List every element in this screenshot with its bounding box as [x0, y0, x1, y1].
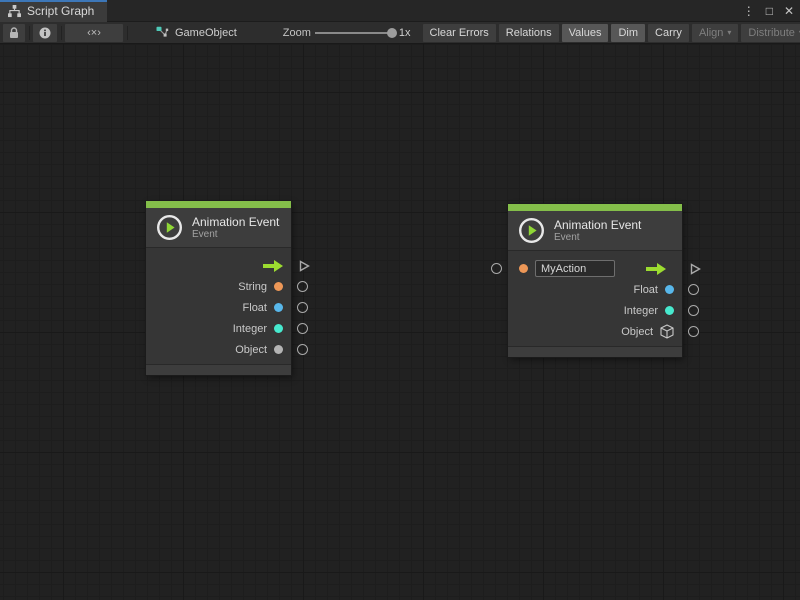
output-row-float: Float: [146, 297, 291, 318]
port-label: Object: [621, 326, 653, 338]
string-output-port[interactable]: [297, 281, 308, 292]
flow-arrow-icon: [263, 260, 283, 272]
event-name-row: [508, 258, 682, 279]
node-header[interactable]: Animation Event Event: [508, 211, 682, 251]
tab-script-graph[interactable]: Script Graph: [0, 0, 107, 22]
object-output-port[interactable]: [297, 344, 308, 355]
dim-button[interactable]: Dim: [611, 24, 645, 42]
port-label: Integer: [624, 305, 658, 317]
lock-button[interactable]: [3, 24, 25, 42]
port-label: Object: [235, 344, 267, 356]
window-menu-icon[interactable]: ⋮: [743, 5, 755, 17]
integer-output-port[interactable]: [297, 323, 308, 334]
node-title: Animation Event: [192, 215, 279, 229]
node-subtitle: Event: [192, 229, 279, 241]
info-button[interactable]: [33, 24, 57, 42]
integer-output-port[interactable]: [688, 305, 699, 316]
float-output-port[interactable]: [297, 302, 308, 313]
zoom-label: Zoom: [283, 27, 311, 39]
output-row-integer: Integer: [146, 318, 291, 339]
node-footer: [508, 346, 682, 357]
gameobject-icon: [155, 26, 169, 40]
animation-event-node-1[interactable]: Animation Event Event: [146, 201, 291, 375]
node-accent-bar: [146, 201, 291, 208]
info-icon: [39, 27, 51, 39]
node-footer: [146, 364, 291, 375]
object-type-dot: [274, 345, 283, 354]
integer-type-dot: [665, 306, 674, 315]
graph-tab-icon: [8, 5, 21, 18]
titlebar: Script Graph ⋮ □ ✕: [0, 0, 800, 22]
integer-type-dot: [274, 324, 283, 333]
distribute-dropdown[interactable]: Distribute ▾: [741, 24, 800, 42]
node-body: String Float Integer Object: [146, 248, 291, 364]
port-label: Integer: [233, 323, 267, 335]
node-body: Float Integer Object: [508, 251, 682, 346]
trigger-port[interactable]: [690, 263, 701, 275]
float-type-dot: [274, 303, 283, 312]
clear-errors-button[interactable]: Clear Errors: [423, 24, 496, 42]
node-header[interactable]: Animation Event Event: [146, 208, 291, 248]
output-row-integer: Integer: [508, 300, 682, 321]
event-name-input[interactable]: [535, 260, 615, 277]
cube-icon: [660, 324, 674, 339]
string-type-dot: [274, 282, 283, 291]
node-title: Animation Event: [554, 218, 641, 232]
trigger-output-row: [146, 255, 291, 276]
output-row-object: Object: [146, 339, 291, 360]
lock-icon: [9, 27, 19, 39]
node-subtitle: Event: [554, 232, 641, 244]
zoom-slider-thumb[interactable]: [387, 28, 397, 38]
distribute-label: Distribute: [748, 27, 794, 39]
flow-arrow-icon: [646, 263, 666, 275]
string-type-dot: [519, 264, 528, 273]
trigger-port[interactable]: [299, 260, 310, 272]
name-input-port[interactable]: [491, 263, 502, 274]
chevron-down-icon: ▾: [727, 28, 731, 37]
code-view-icon: ‹×›: [87, 27, 101, 39]
values-button[interactable]: Values: [562, 24, 609, 42]
output-row-string: String: [146, 276, 291, 297]
zoom-value: 1x: [399, 27, 411, 39]
align-dropdown[interactable]: Align ▾: [692, 24, 738, 42]
object-output-port[interactable]: [688, 326, 699, 337]
output-row-object: Object: [508, 321, 682, 342]
align-label: Align: [699, 27, 723, 39]
toolbar-separator: [29, 26, 30, 40]
float-type-dot: [665, 285, 674, 294]
carry-button[interactable]: Carry: [648, 24, 689, 42]
event-play-icon: [518, 217, 545, 244]
graph-canvas[interactable]: Animation Event Event: [0, 44, 800, 600]
port-label: Float: [243, 302, 267, 314]
port-label: Float: [634, 284, 658, 296]
output-row-float: Float: [508, 279, 682, 300]
node-accent-bar: [508, 204, 682, 211]
toolbar-separator: [127, 26, 128, 40]
relations-button[interactable]: Relations: [499, 24, 559, 42]
tab-title: Script Graph: [27, 4, 94, 18]
zoom-slider[interactable]: [315, 32, 395, 34]
toolbar-separator: [61, 26, 62, 40]
code-view-button[interactable]: ‹×›: [65, 24, 123, 42]
maximize-icon[interactable]: □: [766, 5, 773, 17]
port-label: String: [238, 281, 267, 293]
graph-target-label[interactable]: GameObject: [175, 27, 237, 39]
close-icon[interactable]: ✕: [784, 5, 794, 17]
float-output-port[interactable]: [688, 284, 699, 295]
animation-event-node-2[interactable]: Animation Event Event: [508, 204, 682, 357]
graph-toolbar: ‹×› GameObject Zoom 1x Clear Errors Rela…: [0, 22, 800, 44]
active-tab-highlight: [0, 0, 107, 2]
script-graph-window: Script Graph ⋮ □ ✕: [0, 0, 800, 600]
event-play-icon: [156, 214, 183, 241]
